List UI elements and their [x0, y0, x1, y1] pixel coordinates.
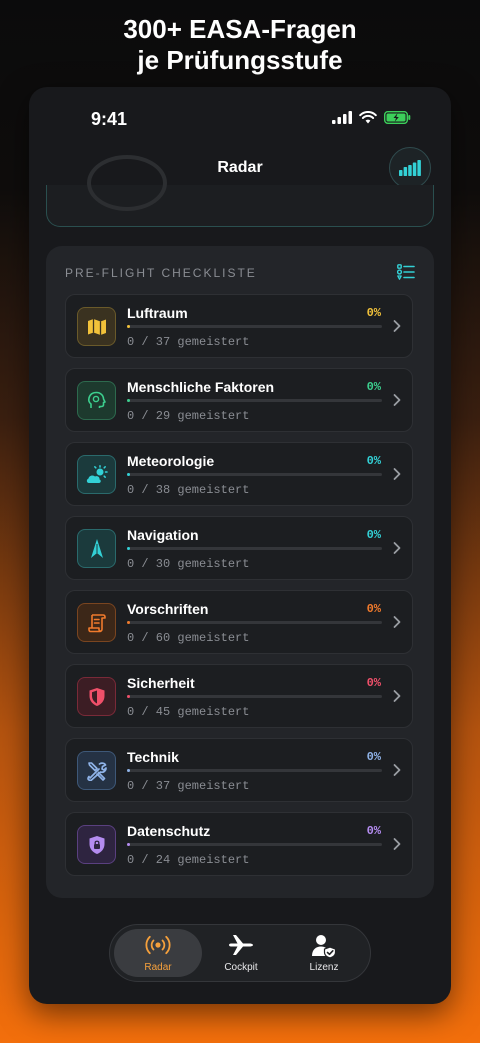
item-icon-box: [77, 455, 116, 494]
radar-arc-decoration: [87, 155, 167, 211]
item-progress-fill: [127, 473, 130, 476]
tab-radar[interactable]: Radar: [114, 929, 202, 977]
radar-overview-card: [46, 155, 434, 227]
item-name: Navigation: [127, 527, 199, 543]
stats-button[interactable]: [389, 147, 431, 189]
item-icon-box: [77, 825, 116, 864]
weather-icon: [86, 464, 108, 483]
item-progress-track: [127, 621, 382, 624]
cellular-signal-icon: [332, 111, 352, 124]
item-icon-box: [77, 381, 116, 420]
item-percent: 0%: [366, 676, 381, 690]
item-name: Vorschriften: [127, 601, 209, 617]
battery-charging-icon: [384, 111, 411, 124]
item-name: Menschliche Faktoren: [127, 379, 275, 395]
status-time: 9:41: [91, 109, 128, 129]
lock-shield-icon: [89, 835, 104, 854]
item-progress-fill: [127, 843, 130, 846]
chevron-right-icon: [393, 690, 401, 702]
checklist-item-navigation[interactable]: Navigation 0% 0 / 30 gemeistert: [65, 516, 413, 580]
tab-cockpit[interactable]: Cockpit: [197, 929, 285, 977]
item-progress-track: [127, 843, 382, 846]
bar-chart-icon: [399, 160, 421, 176]
item-name: Meteorologie: [127, 453, 215, 469]
chevron-right-icon: [393, 838, 401, 850]
tab-label: Lizenz: [309, 962, 339, 973]
promo-headline-line2: je Prüfungsstufe: [137, 45, 343, 75]
checklist-title: PRE-FLIGHT CHECKLISTE: [65, 266, 257, 280]
promo-headline-line1: 300+ EASA-Fragen: [123, 14, 357, 44]
item-progress-fill: [127, 695, 130, 698]
compass-arrow-icon: [90, 538, 103, 558]
checklist-item-technik[interactable]: Technik 0% 0 / 37 gemeistert: [65, 738, 413, 802]
item-progress-fill: [127, 325, 130, 328]
item-name: Sicherheit: [127, 675, 195, 691]
item-count: 0 / 37 gemeistert: [127, 335, 250, 349]
wifi-icon: [359, 111, 377, 124]
map-icon: [87, 318, 106, 335]
scroll-icon: [87, 613, 106, 632]
phone-screen: 9:41 Radar PRE-FLIGHT CHECKLISTE Luftrau…: [29, 87, 451, 1004]
radar-icon: [145, 935, 171, 955]
checklist-item-vorschriften[interactable]: Vorschriften 0% 0 / 60 gemeistert: [65, 590, 413, 654]
preflight-checklist: PRE-FLIGHT CHECKLISTE Luftraum 0% 0 / 37…: [46, 246, 434, 898]
checklist-item-menschliche-faktoren[interactable]: Menschliche Faktoren 0% 0 / 29 gemeister…: [65, 368, 413, 432]
tab-label: Radar: [144, 962, 172, 973]
item-count: 0 / 29 gemeistert: [127, 409, 250, 423]
plane-icon: [229, 935, 253, 955]
item-icon-box: [77, 307, 116, 346]
item-progress-track: [127, 325, 382, 328]
item-progress-fill: [127, 399, 130, 402]
tab-lizenz[interactable]: Lizenz: [280, 929, 368, 977]
item-icon-box: [77, 603, 116, 642]
item-percent: 0%: [366, 824, 381, 838]
item-count: 0 / 30 gemeistert: [127, 557, 250, 571]
item-count: 0 / 45 gemeistert: [127, 705, 250, 719]
license-user-icon: [312, 935, 337, 958]
tab-bar: Radar Cockpit Lizenz: [109, 924, 371, 982]
chevron-right-icon: [393, 320, 401, 332]
status-bar: 9:41: [29, 87, 451, 147]
checklist-item-luftraum[interactable]: Luftraum 0% 0 / 37 gemeistert: [65, 294, 413, 358]
item-name: Luftraum: [127, 305, 188, 321]
checklist-item-meteorologie[interactable]: Meteorologie 0% 0 / 38 gemeistert: [65, 442, 413, 506]
tab-label: Cockpit: [224, 962, 258, 973]
chevron-right-icon: [393, 468, 401, 480]
item-percent: 0%: [366, 454, 381, 468]
item-name: Technik: [127, 749, 179, 765]
chevron-right-icon: [393, 764, 401, 776]
item-progress-track: [127, 695, 382, 698]
chevron-right-icon: [393, 616, 401, 628]
item-progress-track: [127, 399, 382, 402]
item-percent: 0%: [366, 528, 381, 542]
item-count: 0 / 60 gemeistert: [127, 631, 250, 645]
status-icons: [332, 111, 411, 124]
chevron-right-icon: [393, 394, 401, 406]
promo-headline: 300+ EASA-Fragen je Prüfungsstufe: [0, 14, 480, 76]
item-progress-fill: [127, 547, 130, 550]
item-progress-track: [127, 473, 382, 476]
item-progress-track: [127, 547, 382, 550]
item-percent: 0%: [366, 306, 381, 320]
item-count: 0 / 24 gemeistert: [127, 853, 250, 867]
item-icon-box: [77, 677, 116, 716]
item-progress-fill: [127, 621, 130, 624]
item-progress-fill: [127, 769, 130, 772]
checklist-item-sicherheit[interactable]: Sicherheit 0% 0 / 45 gemeistert: [65, 664, 413, 728]
chevron-right-icon: [393, 542, 401, 554]
item-percent: 0%: [366, 602, 381, 616]
tools-icon: [86, 761, 107, 781]
item-count: 0 / 37 gemeistert: [127, 779, 250, 793]
checklist-item-datenschutz[interactable]: Datenschutz 0% 0 / 24 gemeistert: [65, 812, 413, 876]
item-name: Datenschutz: [127, 823, 211, 839]
item-percent: 0%: [366, 750, 381, 764]
list-filter-icon[interactable]: [397, 264, 415, 280]
item-count: 0 / 38 gemeistert: [127, 483, 250, 497]
item-icon-box: [77, 529, 116, 568]
item-icon-box: [77, 751, 116, 790]
item-progress-track: [127, 769, 382, 772]
shield-icon: [89, 687, 104, 706]
head-icon: [87, 391, 106, 408]
item-percent: 0%: [366, 380, 381, 394]
